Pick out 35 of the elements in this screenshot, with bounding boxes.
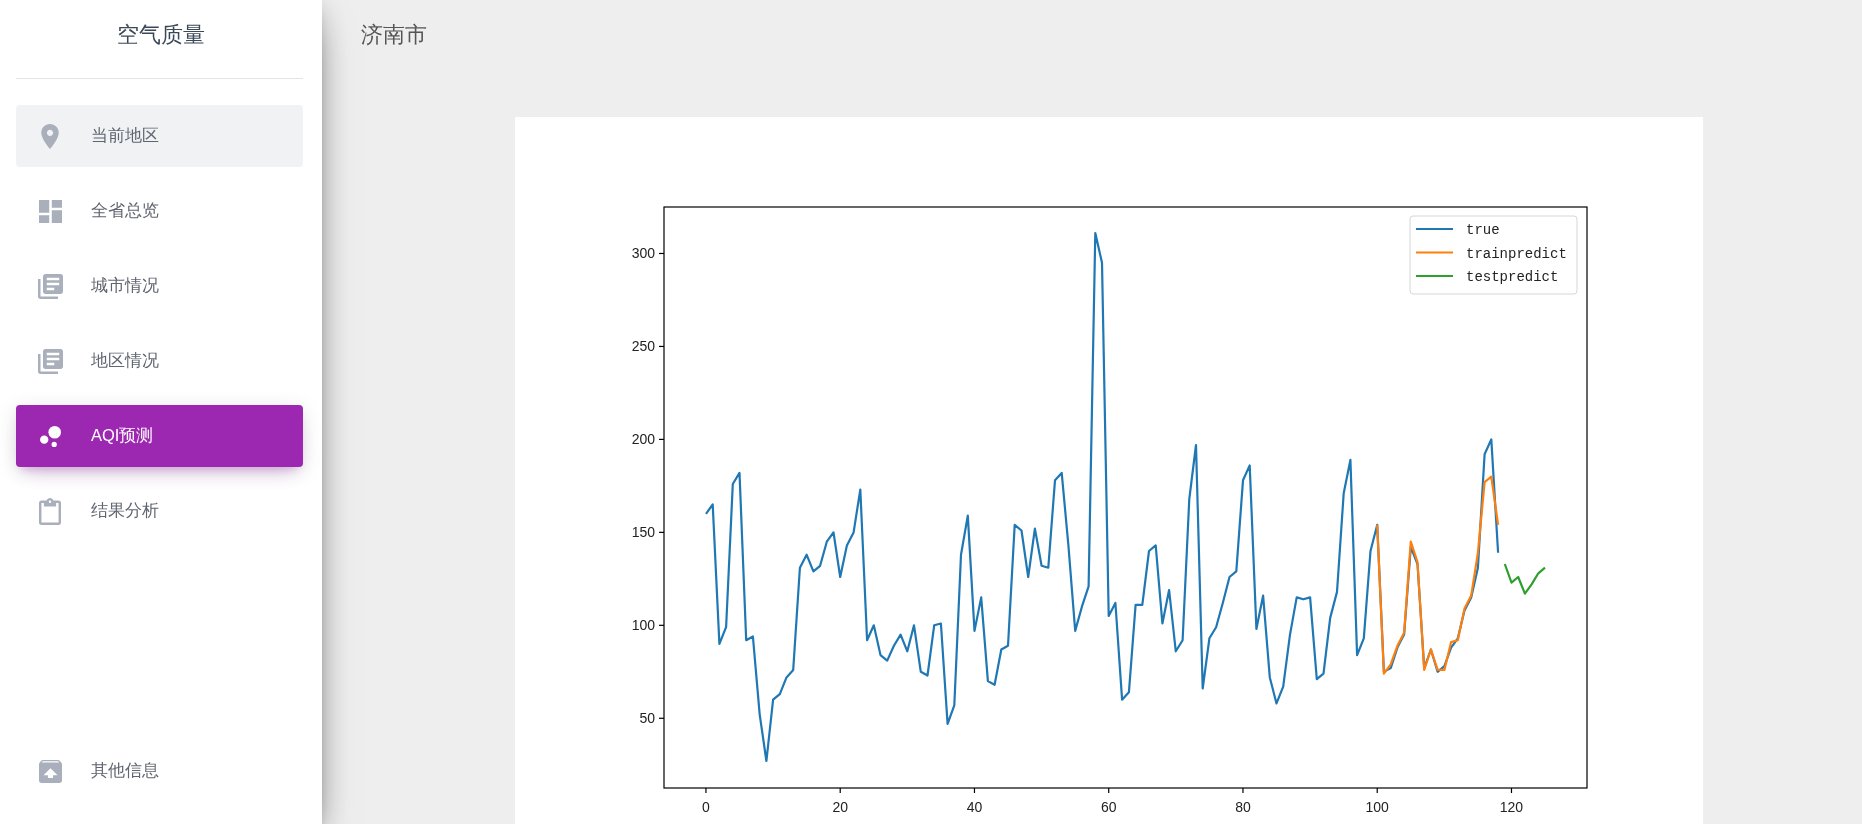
map-pin-icon: [41, 123, 59, 149]
axis-tick-label: 200: [631, 431, 655, 448]
legend-label: trainpredict: [1466, 245, 1567, 262]
sidebar-title: 空气质量: [117, 21, 205, 49]
bubbles-icon: [39, 425, 61, 447]
legend-swatch-icon: [1416, 251, 1453, 254]
nav-item[interactable]: 其他信息: [16, 740, 303, 802]
axis-tick-label: 100: [631, 617, 655, 634]
axis-tick-label: 60: [1100, 799, 1117, 815]
axis-tick-label: 120: [1499, 799, 1524, 815]
legend-swatch-icon: [1416, 274, 1453, 278]
axis-tick-label: 100: [1365, 799, 1389, 815]
documents-icon: [37, 273, 63, 299]
nav-item[interactable]: 全省总览: [16, 180, 303, 242]
legend-label: true: [1466, 222, 1500, 238]
clipboard-icon: [39, 497, 61, 525]
axis-tick-label: 150: [631, 524, 655, 541]
nav-item[interactable]: 结果分析: [16, 480, 303, 542]
nav-item[interactable]: AQI预测: [16, 405, 303, 467]
axis-tick-label: 80: [1235, 799, 1251, 815]
legend-swatch-icon: [1416, 227, 1453, 231]
axis-tick-label: 40: [966, 799, 983, 815]
legend-label: testpredict: [1466, 269, 1559, 285]
axis-tick-label: 20: [832, 799, 848, 815]
nav-item[interactable]: 地区情况: [16, 330, 303, 392]
nav-item[interactable]: 城市情况: [16, 255, 303, 317]
axis-tick-label: 0: [702, 799, 710, 815]
axis-tick-label: 250: [631, 338, 655, 355]
axis-tick-label: 50: [639, 710, 655, 727]
nav-item[interactable]: 当前地区: [16, 105, 303, 167]
documents-icon: [37, 348, 63, 374]
dashboard-icon: [38, 199, 62, 223]
archive-box-icon: [38, 759, 62, 783]
page-title: 济南市: [361, 21, 427, 49]
axis-tick-label: 300: [631, 245, 655, 262]
